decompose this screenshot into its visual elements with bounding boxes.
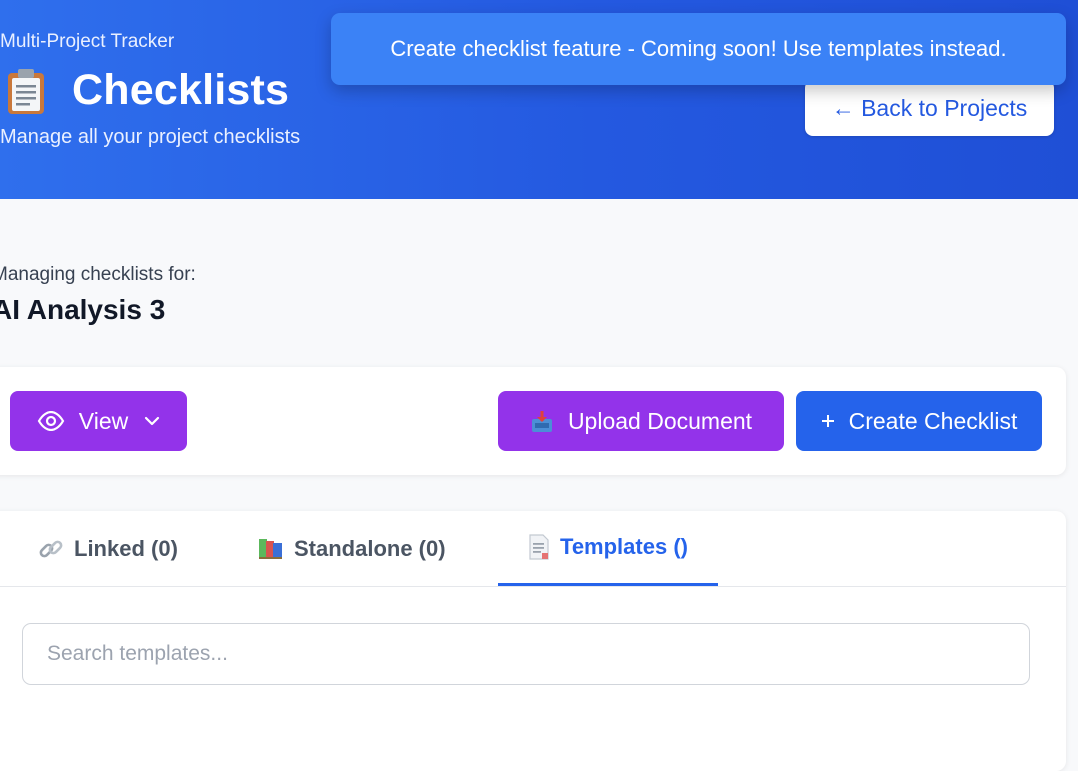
- search-input[interactable]: [22, 623, 1030, 685]
- link-icon: [38, 536, 64, 562]
- page-subtitle: Manage all your project checklists: [0, 126, 301, 148]
- upload-document-button[interactable]: Upload Document: [498, 391, 784, 451]
- tab-linked-label: Linked (0): [74, 536, 178, 561]
- tab-templates[interactable]: Templates (): [498, 511, 718, 586]
- tab-linked[interactable]: Linked (0): [38, 511, 178, 587]
- page-title: Checklists: [72, 66, 290, 114]
- tab-standalone-label: Standalone (0): [294, 536, 446, 561]
- title-row: Checklists: [6, 66, 289, 115]
- chevron-down-icon: [144, 416, 160, 426]
- tab-templates-label: Templates (): [560, 534, 688, 559]
- view-label: View: [78, 407, 129, 434]
- inbox-tray-icon: [530, 409, 554, 433]
- checklist-panel: Linked (0) Standalone (0) Templates () S…: [0, 511, 1066, 771]
- view-dropdown-button[interactable]: View: [10, 391, 187, 451]
- clipboard-icon: [6, 67, 46, 115]
- action-toolbar: View Upload Document Create Checklist: [0, 367, 1066, 475]
- toast-notification: Create checklist feature - Coming soon! …: [331, 13, 1066, 85]
- plus-icon: [821, 414, 835, 428]
- back-to-projects-button[interactable]: ← Back to Projects: [805, 80, 1054, 136]
- managing-label: Managing checklists for:: [0, 264, 196, 285]
- books-icon: [258, 537, 284, 561]
- project-name: AI Analysis 3: [0, 294, 166, 325]
- document-icon: [528, 534, 550, 560]
- create-checklist-button[interactable]: Create Checklist: [796, 391, 1042, 451]
- app-name: Multi-Project Tracker: [0, 31, 175, 52]
- upload-label: Upload Document: [567, 407, 753, 434]
- checklist-tabs: Linked (0) Standalone (0) Templates (): [0, 511, 1066, 587]
- eye-icon: [37, 411, 65, 431]
- create-label: Create Checklist: [848, 407, 1018, 434]
- tab-standalone[interactable]: Standalone (0): [258, 511, 446, 587]
